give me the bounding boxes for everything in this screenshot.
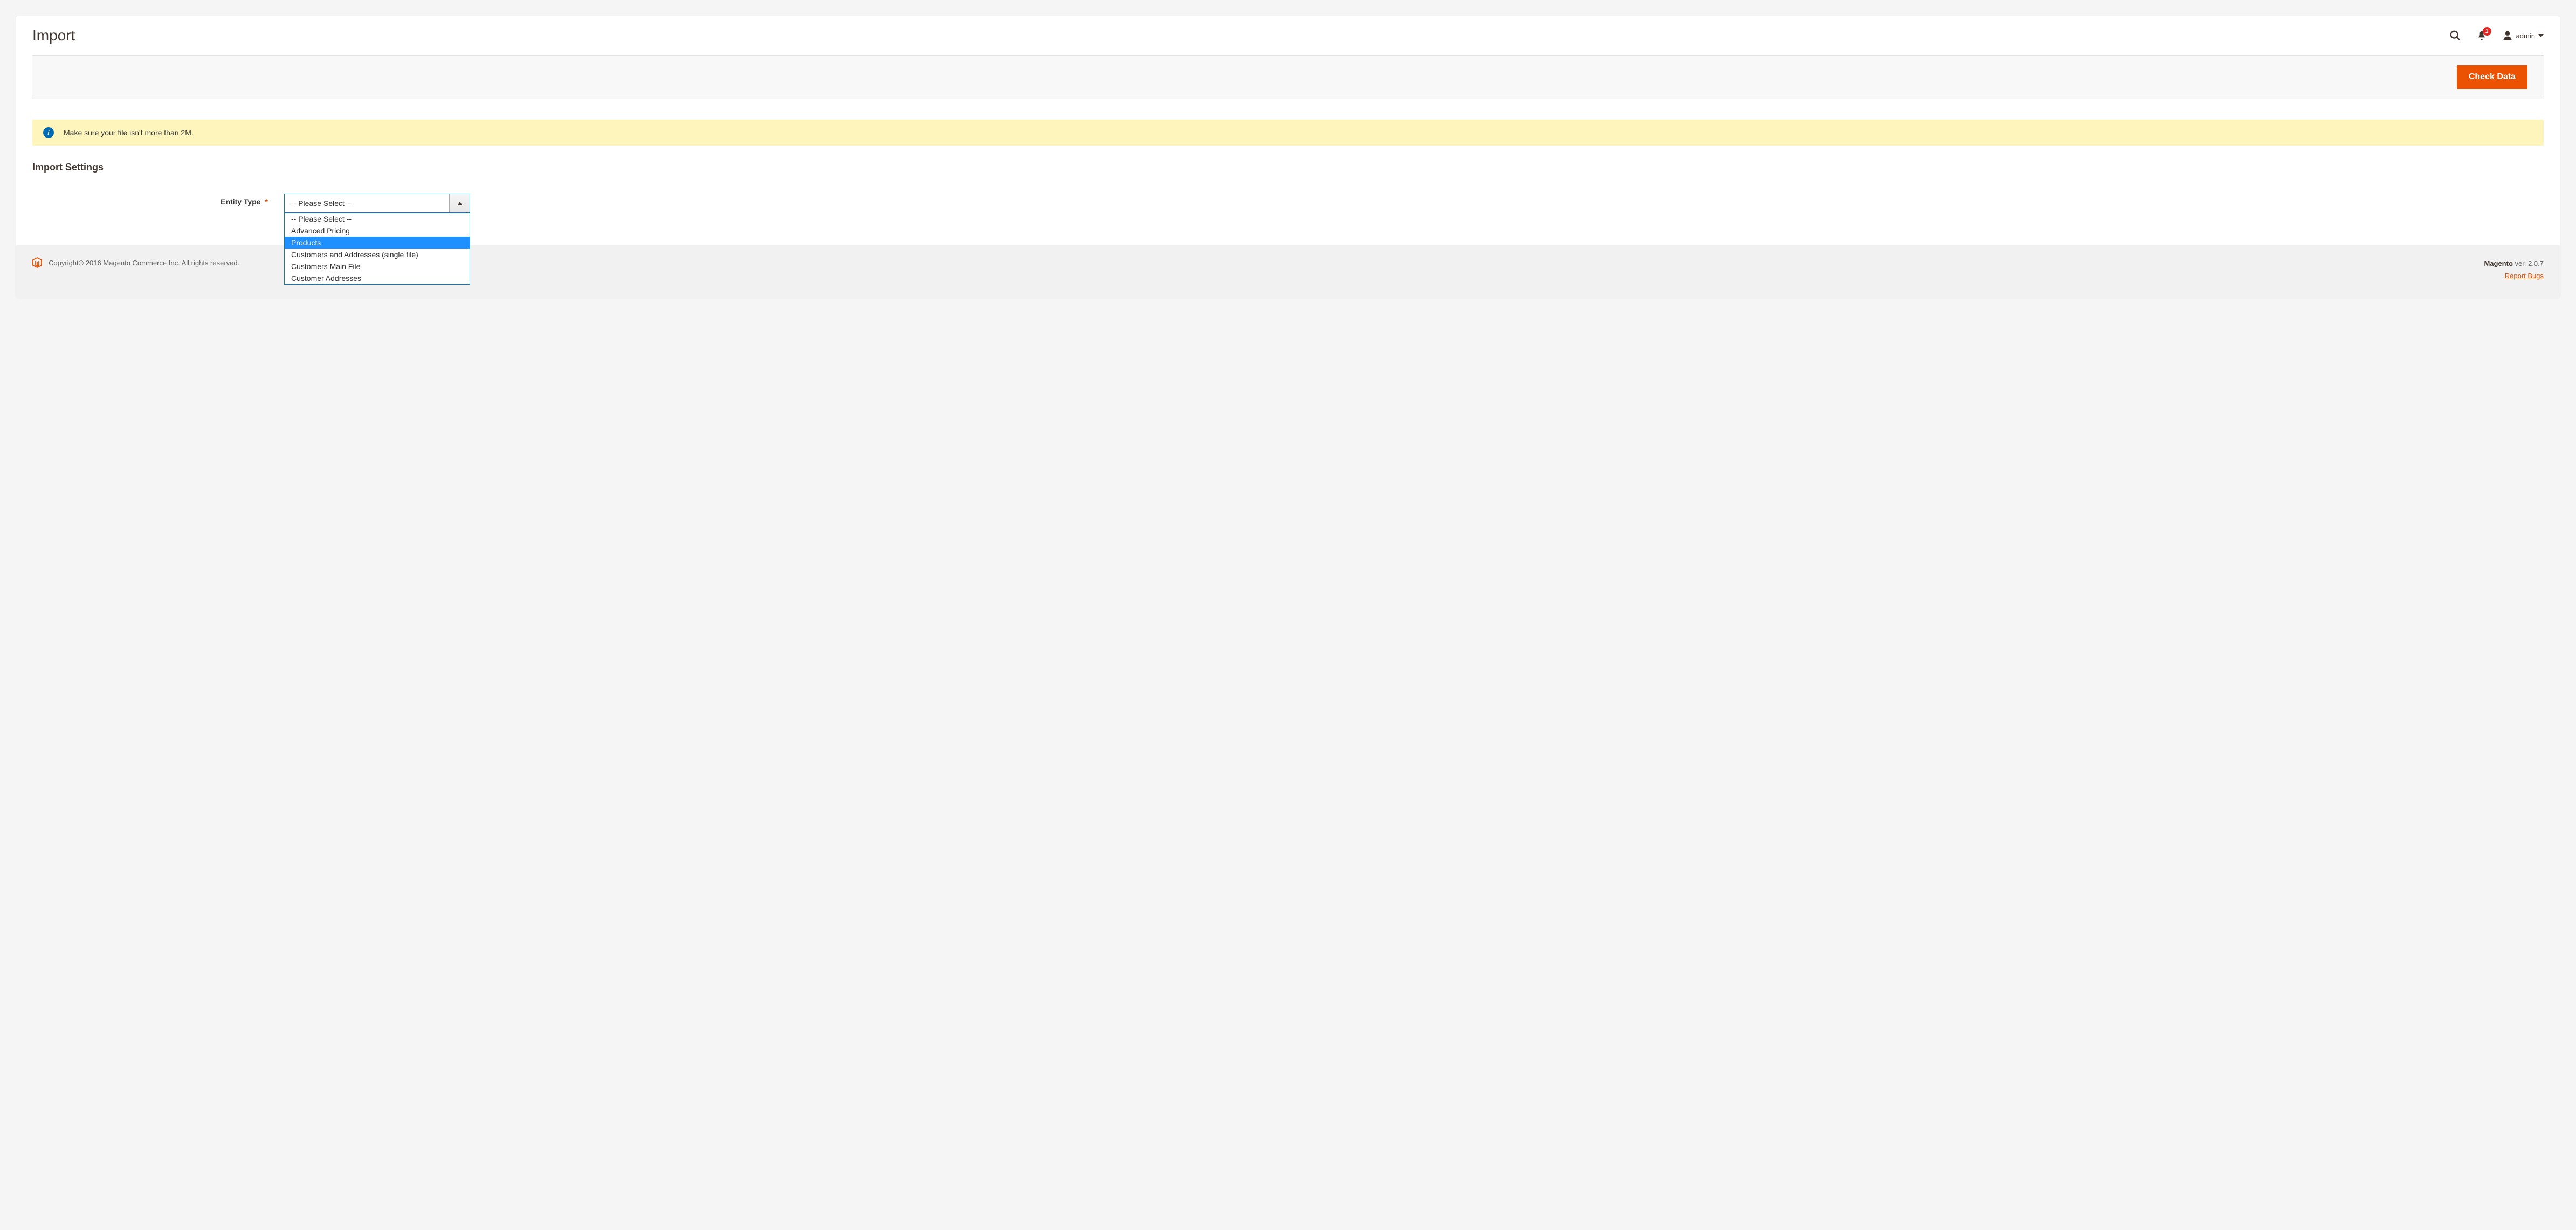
footer-right: Magento ver. 2.0.7 Report Bugs — [2484, 257, 2544, 283]
footer-version: ver. 2.0.7 — [2513, 259, 2544, 267]
action-bar: Check Data — [32, 55, 2544, 99]
required-mark: * — [265, 197, 268, 206]
check-data-button[interactable]: Check Data — [2457, 65, 2527, 89]
entity-type-row: Entity Type * -- Please Select -- -- Ple… — [32, 194, 2544, 213]
account-menu[interactable]: admin — [2502, 30, 2544, 41]
page-header: Import 1 admin — [16, 16, 2560, 55]
entity-type-label: Entity Type — [221, 197, 260, 206]
dropdown-option[interactable]: Customers Main File — [285, 260, 470, 272]
copyright-text: Copyright© 2016 Magento Commerce Inc. Al… — [49, 259, 239, 267]
dropdown-option[interactable]: -- Please Select -- — [285, 213, 470, 225]
dropdown-option[interactable]: Customers and Addresses (single file) — [285, 249, 470, 260]
select-display[interactable]: -- Please Select -- — [284, 194, 470, 213]
search-icon — [2449, 30, 2461, 42]
footer-brand: Magento — [2484, 259, 2512, 267]
info-icon: i — [43, 127, 54, 138]
dropdown-option[interactable]: Advanced Pricing — [285, 225, 470, 237]
triangle-up-icon — [458, 202, 462, 205]
dropdown-option[interactable]: Customer Addresses — [285, 272, 470, 284]
page-container: Import 1 admin — [16, 16, 2560, 298]
chevron-down-icon — [2538, 33, 2544, 38]
page-title: Import — [32, 27, 75, 44]
section-title: Import Settings — [32, 162, 2544, 173]
select-arrow-button[interactable] — [449, 194, 470, 212]
entity-type-label-wrap: Entity Type * — [32, 194, 284, 206]
search-button[interactable] — [2449, 30, 2461, 42]
header-actions: 1 admin — [2449, 30, 2544, 42]
entity-type-select[interactable]: -- Please Select -- -- Please Select --A… — [284, 194, 470, 213]
magento-logo-icon — [32, 257, 42, 268]
notifications-button[interactable]: 1 — [2476, 30, 2487, 41]
select-value: -- Please Select -- — [285, 194, 449, 212]
notice-banner: i Make sure your file isn't more than 2M… — [32, 120, 2544, 146]
account-name: admin — [2516, 32, 2535, 40]
notice-text: Make sure your file isn't more than 2M. — [64, 128, 194, 137]
footer-left: Copyright© 2016 Magento Commerce Inc. Al… — [32, 257, 239, 268]
report-bugs-link[interactable]: Report Bugs — [2505, 272, 2544, 280]
notification-badge: 1 — [2483, 27, 2491, 36]
entity-type-dropdown: -- Please Select --Advanced PricingProdu… — [284, 213, 470, 285]
dropdown-option[interactable]: Products — [285, 237, 470, 249]
user-icon — [2502, 30, 2513, 41]
